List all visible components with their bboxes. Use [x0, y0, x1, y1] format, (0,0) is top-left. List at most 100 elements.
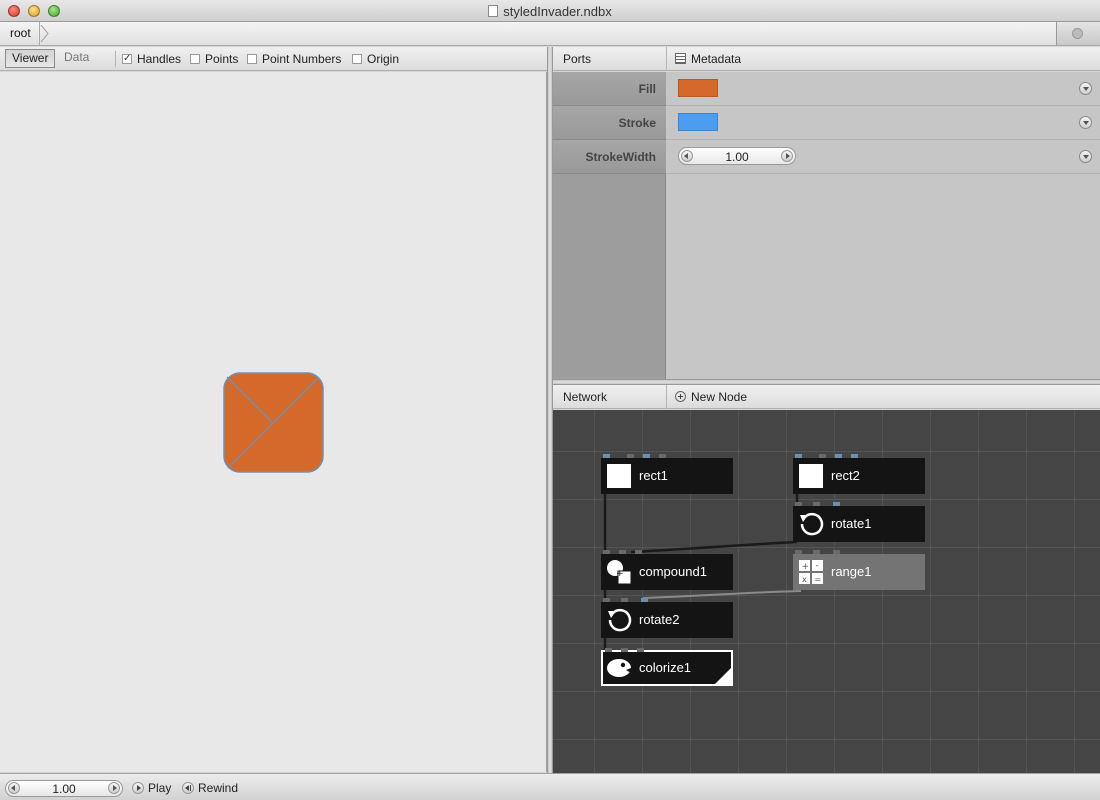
- rendered-node-corner-icon: [715, 668, 731, 684]
- rewind-button[interactable]: Rewind: [182, 781, 238, 795]
- checkbox-checked-icon: [122, 52, 132, 66]
- port-row-fill: Fill: [553, 72, 1100, 106]
- strokewidth-value[interactable]: 1.00: [695, 150, 779, 164]
- handles-checkbox[interactable]: Handles: [122, 52, 181, 66]
- stroke-menu-dropdown-icon[interactable]: [1079, 116, 1092, 129]
- fill-color-swatch[interactable]: [678, 79, 718, 97]
- input-port: [813, 502, 820, 506]
- input-port: [643, 454, 650, 458]
- node-rotate1[interactable]: rotate1: [793, 502, 925, 542]
- play-label: Play: [148, 781, 172, 795]
- node-rect2[interactable]: rect2: [793, 454, 925, 494]
- play-icon: [132, 782, 144, 794]
- port-name-strokewidth: StrokeWidth: [585, 150, 656, 164]
- handles-label: Handles: [137, 52, 182, 66]
- stroke-color-swatch[interactable]: [678, 113, 718, 131]
- svg-text:+: +: [802, 562, 810, 572]
- breadcrumb-chevron-icon: [40, 25, 49, 42]
- node-label: colorize1: [639, 660, 692, 675]
- viewer-shape: [223, 372, 324, 473]
- svg-text:x: x: [802, 575, 807, 584]
- frame-value[interactable]: 1.00: [22, 782, 106, 796]
- node-range1[interactable]: + - x = range1: [793, 550, 925, 590]
- input-port: [635, 550, 642, 554]
- input-port: [619, 550, 626, 554]
- node-label: rotate1: [831, 516, 872, 531]
- input-port: [603, 598, 610, 602]
- breadcrumb: root: [0, 22, 1100, 46]
- fill-menu-dropdown-icon[interactable]: [1079, 82, 1092, 95]
- input-port: [637, 648, 644, 652]
- increment-arrow-icon[interactable]: [108, 782, 120, 794]
- tab-data[interactable]: Data: [58, 49, 95, 68]
- input-port: [819, 454, 826, 458]
- input-port: [621, 598, 628, 602]
- play-button[interactable]: Play: [132, 781, 171, 795]
- input-port: [603, 454, 610, 458]
- node-rect1[interactable]: rect1: [601, 454, 733, 494]
- rotate-icon: [800, 512, 824, 536]
- toolbar-separator: [115, 51, 116, 67]
- rect-icon: [799, 464, 823, 488]
- ports-header: Ports Metadata: [553, 47, 1100, 71]
- point-numbers-label: Point Numbers: [262, 52, 342, 66]
- input-port: [795, 502, 802, 506]
- decrement-arrow-icon[interactable]: [8, 782, 20, 794]
- metadata-button[interactable]: Metadata: [675, 52, 741, 66]
- checkbox-icon: [352, 54, 362, 64]
- input-port: [621, 648, 628, 652]
- node-label: rect2: [831, 468, 860, 483]
- input-port: [795, 550, 802, 554]
- input-port: [605, 648, 612, 652]
- node-compound1[interactable]: + compound1: [601, 550, 733, 590]
- title-bar: styledInvader.ndbx: [0, 0, 1100, 22]
- playback-bar: 1.00 Play Rewind: [0, 773, 1100, 800]
- document-icon: [488, 5, 499, 17]
- header-separator: [666, 47, 667, 71]
- input-port: [641, 598, 648, 602]
- rect-icon: [607, 464, 631, 488]
- frame-stepper[interactable]: 1.00: [5, 780, 123, 797]
- viewer-toolbar: Viewer Data Handles Points Point Numbers…: [0, 47, 547, 71]
- progress-indicator: [1056, 22, 1100, 45]
- tab-viewer[interactable]: Viewer: [5, 49, 56, 68]
- tab-ports[interactable]: Ports: [563, 52, 591, 66]
- metadata-icon: [675, 53, 686, 64]
- svg-text:-: -: [816, 561, 819, 571]
- port-row-stroke: Stroke: [553, 106, 1100, 140]
- node-label: range1: [831, 564, 872, 579]
- rotate-icon: [608, 608, 632, 632]
- strokewidth-menu-dropdown-icon[interactable]: [1079, 150, 1092, 163]
- points-checkbox[interactable]: Points: [190, 52, 238, 66]
- network-canvas[interactable]: rect1 rect2 rotate1 + compound1 + - x = …: [553, 410, 1100, 773]
- strokewidth-stepper[interactable]: 1.00: [678, 147, 796, 165]
- node-label: compound1: [639, 564, 707, 579]
- new-node-label: New Node: [691, 390, 748, 404]
- input-port: [835, 454, 842, 458]
- new-node-button[interactable]: New Node: [675, 390, 747, 404]
- rewind-label: Rewind: [198, 781, 239, 795]
- origin-checkbox[interactable]: Origin: [352, 52, 399, 66]
- node-label: rotate2: [639, 612, 680, 627]
- port-row-strokewidth: StrokeWidth 1.00: [553, 140, 1100, 174]
- palette-icon: [607, 659, 631, 677]
- increment-arrow-icon[interactable]: [781, 150, 793, 162]
- decrement-arrow-icon[interactable]: [681, 150, 693, 162]
- checkbox-icon: [190, 54, 200, 64]
- network-header: Network New Node: [553, 385, 1100, 409]
- progress-dot-icon: [1072, 28, 1083, 39]
- input-port: [627, 454, 634, 458]
- point-numbers-checkbox[interactable]: Point Numbers: [247, 52, 341, 66]
- compound-icon: +: [607, 560, 632, 585]
- breadcrumb-root[interactable]: root: [0, 22, 40, 45]
- rewind-icon: [182, 782, 194, 794]
- node-rotate2[interactable]: rotate2: [601, 598, 733, 638]
- network-title: Network: [563, 390, 608, 404]
- port-name-stroke: Stroke: [618, 116, 656, 130]
- checkbox-icon: [247, 54, 257, 64]
- svg-text:+: +: [616, 569, 624, 579]
- viewer-canvas[interactable]: [0, 72, 547, 772]
- node-colorize1[interactable]: colorize1: [601, 648, 733, 686]
- node-label: rect1: [639, 468, 668, 483]
- input-port: [603, 550, 610, 554]
